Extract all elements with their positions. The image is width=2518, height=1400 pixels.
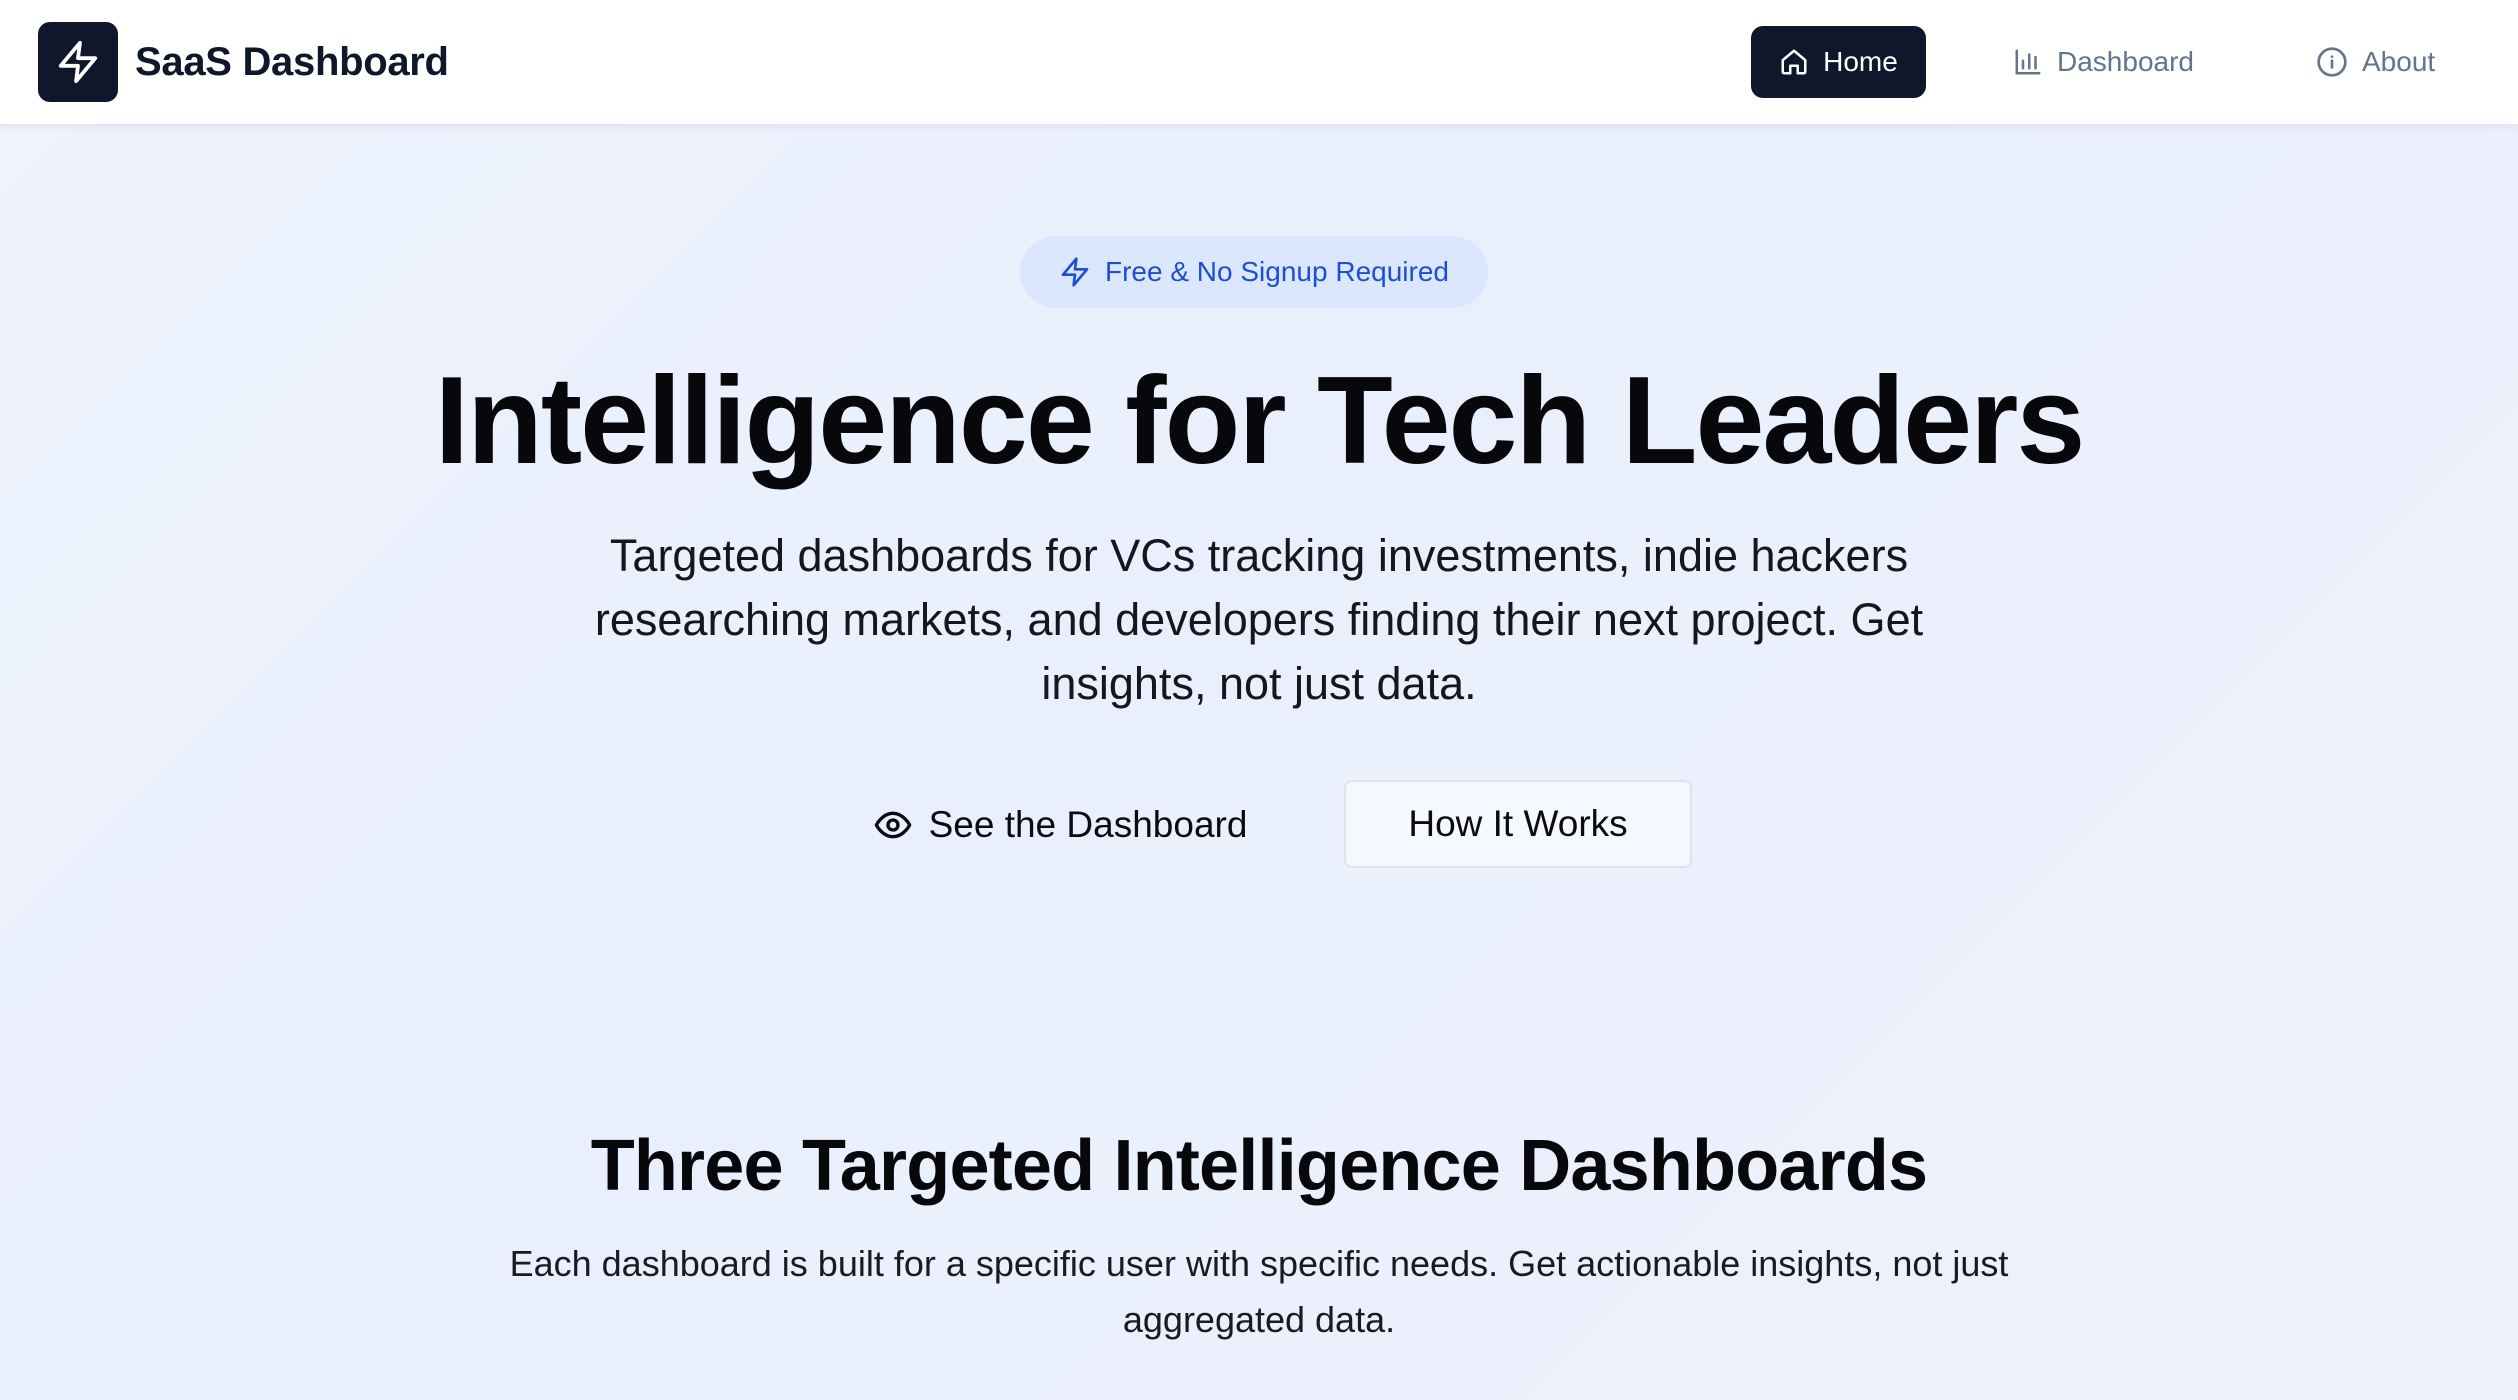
hero-subtitle: Targeted dashboards for VCs tracking inv… xyxy=(594,530,1924,709)
bar-chart-icon xyxy=(2013,47,2043,77)
top-nav-bar: SaaS Dashboard Home Dashboard About xyxy=(0,0,2518,126)
see-dashboard-button[interactable]: See the Dashboard xyxy=(860,780,1260,870)
nav-item-label: About xyxy=(2362,46,2436,77)
nav-item-about[interactable]: About xyxy=(2316,26,2456,98)
how-it-works-button[interactable]: How It Works xyxy=(1344,780,1692,868)
nav-item-label: Home xyxy=(1823,46,1898,77)
section-subtitle: Each dashboard is built for a specific u… xyxy=(509,1243,2009,1340)
hero-title: Intelligence for Tech Leaders xyxy=(434,352,2086,490)
lightning-bolt-icon[interactable] xyxy=(38,22,118,102)
section-title: Three Targeted Intelligence Dashboards xyxy=(590,1126,1928,1206)
info-circle-icon xyxy=(2316,46,2348,78)
eye-icon xyxy=(873,805,913,845)
free-badge: Free & No Signup Required xyxy=(1020,236,1488,308)
lightning-bolt-icon xyxy=(1059,256,1091,288)
nav-item-home[interactable]: Home xyxy=(1751,26,1926,98)
see-dashboard-label: See the Dashboard xyxy=(928,804,1248,845)
badge-label: Free & No Signup Required xyxy=(1105,256,1449,287)
nav-item-dashboard[interactable]: Dashboard xyxy=(2013,26,2213,98)
how-it-works-label: How It Works xyxy=(1408,803,1628,844)
brand[interactable]: SaaS Dashboard xyxy=(38,22,449,102)
nav-item-label: Dashboard xyxy=(2057,46,2194,77)
brand-name: SaaS Dashboard xyxy=(135,39,449,84)
home-icon xyxy=(1779,47,1809,77)
